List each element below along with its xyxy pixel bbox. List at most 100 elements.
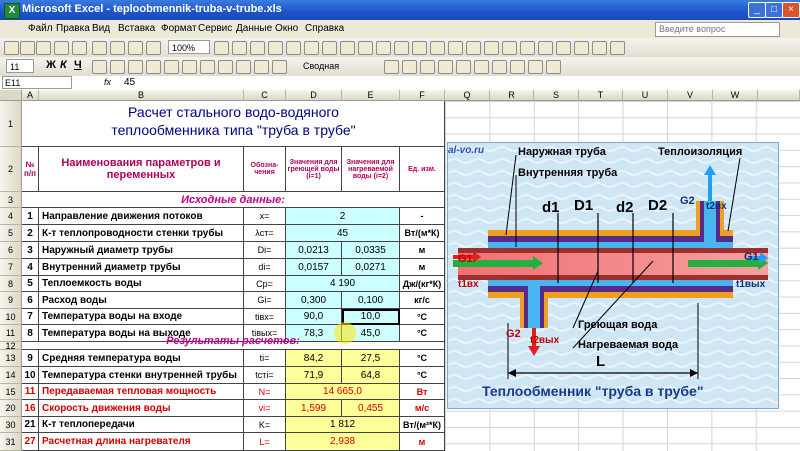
toolbar-icon-19[interactable] <box>394 41 409 55</box>
toolbar-icon-24[interactable] <box>484 41 499 55</box>
row-header-8[interactable]: 8 <box>0 276 22 292</box>
input_rows-name-3[interactable]: Внутренний диаметр трубы <box>39 259 244 276</box>
toolbar-icon-15[interactable] <box>322 41 337 55</box>
fx-icon[interactable]: fx <box>104 77 111 87</box>
input_rows-num-2[interactable]: 3 <box>22 242 39 259</box>
section-results[interactable]: Результаты расчетов: <box>22 333 445 350</box>
format-icon-3[interactable] <box>146 60 161 74</box>
input_rows-unit-6[interactable]: °С <box>400 309 445 325</box>
format-icon-5[interactable] <box>182 60 197 74</box>
row-header-30[interactable]: 30 <box>0 417 22 433</box>
result_rows-num-4[interactable]: 21 <box>22 417 39 433</box>
result_rows-symbol-5[interactable]: L= <box>244 433 286 451</box>
format-icon-4[interactable] <box>164 60 179 74</box>
input_rows-num-5[interactable]: 6 <box>22 292 39 309</box>
input_rows-value-1[interactable]: 45 <box>286 225 400 242</box>
column-header-5[interactable]: F <box>400 90 445 101</box>
input_rows-name-1[interactable]: К-т теплопроводности стенки трубы <box>39 225 244 242</box>
input_rows-unit-0[interactable]: - <box>400 208 445 225</box>
row-header-5[interactable]: 5 <box>0 225 22 242</box>
result_rows-symbol-2[interactable]: N= <box>244 384 286 400</box>
column-header-4[interactable]: E <box>342 90 400 101</box>
input_rows-symbol-4[interactable]: Cp= <box>244 276 286 292</box>
menu-item-2[interactable]: Вид <box>92 23 110 34</box>
column-header-6[interactable]: Q <box>445 90 490 101</box>
menu-item-0[interactable]: Файл <box>28 23 53 34</box>
toolbar-icon-26[interactable] <box>520 41 535 55</box>
input_rows-value1-3[interactable]: 0,0157 <box>286 259 342 276</box>
input_rows-num-0[interactable]: 1 <box>22 208 39 225</box>
format-icon-14[interactable] <box>438 60 453 74</box>
underline-button[interactable]: Ч <box>74 59 82 71</box>
input_rows-unit-5[interactable]: кг/с <box>400 292 445 309</box>
menu-item-3[interactable]: Вставка <box>118 23 155 34</box>
toolbar-icon-28[interactable] <box>556 41 571 55</box>
column-header-2[interactable]: C <box>244 90 286 101</box>
format-icon-8[interactable] <box>236 60 251 74</box>
toolbar-icon-14[interactable] <box>304 41 319 55</box>
result_rows-unit-0[interactable]: °С <box>400 350 445 367</box>
input_rows-num-3[interactable]: 4 <box>22 259 39 276</box>
result_rows-symbol-1[interactable]: tсті= <box>244 367 286 384</box>
result_rows-symbol-0[interactable]: ti= <box>244 350 286 367</box>
result_rows-value2-0[interactable]: 27,5 <box>342 350 400 367</box>
toolbar-icon-11[interactable] <box>250 41 265 55</box>
format-icon-10[interactable] <box>272 60 287 74</box>
bold-button[interactable]: Ж <box>46 59 56 71</box>
toolbar-icon-27[interactable] <box>538 41 553 55</box>
result_rows-value2-1[interactable]: 64,8 <box>342 367 400 384</box>
toolbar-icon-29[interactable] <box>574 41 589 55</box>
result_rows-value2-3[interactable]: 0,455 <box>342 400 400 417</box>
input_rows-value-0[interactable]: 2 <box>286 208 400 225</box>
column-header-10[interactable]: U <box>623 90 668 101</box>
font-size-select[interactable]: 11 <box>6 59 34 73</box>
input_rows-num-6[interactable]: 7 <box>22 309 39 325</box>
input_rows-value1-2[interactable]: 0,0213 <box>286 242 342 259</box>
row-header-6[interactable]: 6 <box>0 242 22 259</box>
row-header-10[interactable]: 10 <box>0 309 22 325</box>
section-input-data[interactable]: Исходные данные: <box>22 192 445 208</box>
toolbar-icon-1[interactable] <box>20 41 35 55</box>
toolbar-icon-16[interactable] <box>340 41 355 55</box>
result_rows-unit-4[interactable]: Вт/(м²*К) <box>400 417 445 433</box>
result_rows-value-2[interactable]: 14 665,0 <box>286 384 400 400</box>
menu-item-4[interactable]: Формат <box>161 23 197 34</box>
result_rows-unit-3[interactable]: м/с <box>400 400 445 417</box>
format-icon-1[interactable] <box>110 60 125 74</box>
row-header-11[interactable]: 11 <box>0 325 22 342</box>
toolbar-icon-7[interactable] <box>128 41 143 55</box>
toolbar-icon-3[interactable] <box>54 41 69 55</box>
column-header-12[interactable]: W <box>713 90 758 101</box>
result_rows-value1-0[interactable]: 84,2 <box>286 350 342 367</box>
menu-item-8[interactable]: Справка <box>305 23 344 34</box>
format-icon-13[interactable] <box>420 60 435 74</box>
toolbar-icon-13[interactable] <box>286 41 301 55</box>
result_rows-num-1[interactable]: 10 <box>22 367 39 384</box>
name-box[interactable]: E11 <box>2 76 72 89</box>
format-icon-6[interactable] <box>200 60 215 74</box>
column-header-0[interactable]: A <box>22 90 39 101</box>
row-header-14[interactable]: 14 <box>0 367 22 384</box>
row-header-3[interactable]: 3 <box>0 192 22 208</box>
input_rows-value1-5[interactable]: 0,300 <box>286 292 342 309</box>
result_rows-name-3[interactable]: Скорость движения воды <box>39 400 244 417</box>
toolbar-icon-21[interactable] <box>430 41 445 55</box>
toolbar-icon-9[interactable] <box>214 41 229 55</box>
maximize-button[interactable]: □ <box>765 2 783 18</box>
input_rows-name-0[interactable]: Направление движения потоков <box>39 208 244 225</box>
toolbar-icon-23[interactable] <box>466 41 481 55</box>
result_rows-symbol-3[interactable]: vi= <box>244 400 286 417</box>
italic-button[interactable]: К <box>60 59 67 71</box>
result_rows-name-2[interactable]: Передаваемая тепловая мощность <box>39 384 244 400</box>
input_rows-unit-4[interactable]: Дж/(кг*К) <box>400 276 445 292</box>
input_rows-value1-6[interactable]: 90,0 <box>286 309 342 325</box>
input_rows-symbol-1[interactable]: λст= <box>244 225 286 242</box>
toolbar-icon-2[interactable] <box>36 41 51 55</box>
toolbar-icon-8[interactable] <box>146 41 161 55</box>
input_rows-unit-3[interactable]: м <box>400 259 445 276</box>
result_rows-num-2[interactable]: 11 <box>22 384 39 400</box>
toolbar-icon-30[interactable] <box>592 41 607 55</box>
format-icon-2[interactable] <box>128 60 143 74</box>
result_rows-symbol-4[interactable]: K= <box>244 417 286 433</box>
column-header-11[interactable]: V <box>668 90 713 101</box>
